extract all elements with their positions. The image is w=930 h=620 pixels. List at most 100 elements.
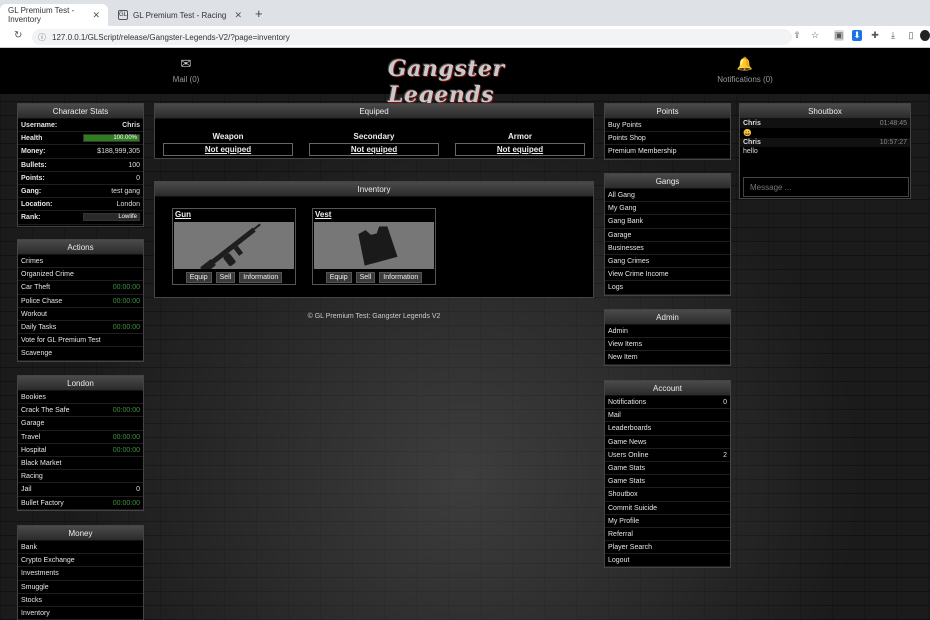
account-item[interactable]: My Profile bbox=[605, 515, 730, 528]
actions-item[interactable]: Daily Tasks 00:00:00 bbox=[18, 321, 143, 335]
actions-item[interactable]: Police Chase 00:00:00 bbox=[18, 295, 143, 308]
london-item[interactable]: Bookies bbox=[18, 391, 143, 405]
sell-button[interactable]: Sell bbox=[215, 272, 236, 283]
panel-title: Equiped bbox=[155, 104, 593, 119]
points-item[interactable]: Points Shop bbox=[605, 132, 730, 146]
money-item-label: Crypto Exchange bbox=[21, 557, 75, 565]
share-icon[interactable]: ⇪ bbox=[792, 30, 802, 41]
money-item[interactable]: Smuggle bbox=[18, 581, 143, 594]
account-item[interactable]: Game News bbox=[605, 436, 730, 449]
browser-tab-inventory[interactable]: GL Premium Test - Inventory ✕ bbox=[0, 4, 108, 26]
gangs-item[interactable]: My Gang bbox=[605, 202, 730, 216]
new-tab-icon[interactable]: + bbox=[255, 6, 263, 21]
information-button[interactable]: Information bbox=[239, 272, 283, 283]
money-item-label: Stocks bbox=[21, 596, 43, 604]
shout-user[interactable]: Chris bbox=[743, 139, 761, 146]
london-item-label: Black Market bbox=[21, 459, 62, 467]
account-item[interactable]: Users Online 2 bbox=[605, 449, 730, 462]
profile-avatar[interactable] bbox=[920, 30, 930, 41]
inventory-item-gun: Gun Equip Sell Information bbox=[172, 208, 296, 285]
actions-item[interactable]: Car Theft 00:00:00 bbox=[18, 281, 143, 295]
actions-item-label: Organized Crime bbox=[21, 271, 74, 279]
gangs-item[interactable]: All Gang bbox=[605, 189, 730, 203]
shoutbox-message-input[interactable] bbox=[743, 177, 909, 197]
account-item[interactable]: Notifications 0 bbox=[605, 396, 730, 410]
sell-button[interactable]: Sell bbox=[355, 272, 376, 283]
extension-icon[interactable]: ▣ bbox=[834, 30, 844, 41]
url-field[interactable]: ⓘ 127.0.0.1/GLScript/release/Gangster-Le… bbox=[32, 29, 792, 45]
money-item[interactable]: Inventory bbox=[18, 607, 143, 620]
london-item[interactable]: Garage bbox=[18, 417, 143, 431]
information-button[interactable]: Information bbox=[379, 272, 423, 283]
account-item[interactable]: Game Stats bbox=[605, 475, 730, 489]
reload-icon[interactable]: ↻ bbox=[14, 30, 22, 41]
account-item[interactable]: Logout bbox=[605, 554, 730, 568]
item-name[interactable]: Gun bbox=[173, 209, 295, 220]
gangs-item[interactable]: Businesses bbox=[605, 242, 730, 255]
account-item[interactable]: Referral bbox=[605, 528, 730, 542]
stat-health: Health 100.00% bbox=[18, 132, 143, 146]
actions-item[interactable]: Crimes bbox=[18, 255, 143, 269]
notifications-button[interactable]: 🔔 Notifications (0) bbox=[712, 56, 778, 84]
points-item[interactable]: Premium Membership bbox=[605, 145, 730, 159]
account-item[interactable]: Leaderboards bbox=[605, 422, 730, 436]
actions-item[interactable]: Organized Crime bbox=[18, 268, 143, 282]
gangs-item[interactable]: Garage bbox=[605, 229, 730, 242]
actions-item[interactable]: Scavenge bbox=[18, 347, 143, 361]
account-item[interactable]: Shoutbox bbox=[605, 488, 730, 502]
account-item[interactable]: Player Search bbox=[605, 541, 730, 555]
money-item[interactable]: Bank bbox=[18, 541, 143, 555]
actions-item[interactable]: Vote for GL Premium Test bbox=[18, 334, 143, 348]
equip-button[interactable]: Equip bbox=[185, 272, 212, 283]
tab-title: GL Premium Test - Inventory bbox=[8, 6, 75, 24]
gangs-item-label: All Gang bbox=[608, 192, 635, 199]
download-extension-icon[interactable]: ⬇ bbox=[852, 30, 862, 41]
sidepanel-icon[interactable]: ▯ bbox=[906, 30, 916, 41]
account-item[interactable]: Mail bbox=[605, 409, 730, 423]
account-item[interactable]: Commit Suicide bbox=[605, 502, 730, 515]
equiped-panel: Equiped Weapon Not equiped Secondary Not… bbox=[154, 103, 594, 159]
actions-item-label: Crimes bbox=[21, 258, 44, 265]
admin-item[interactable]: View Items bbox=[605, 338, 730, 352]
account-panel: Account Notifications 0 Mail Leaderboards Ga… bbox=[604, 380, 731, 569]
admin-item[interactable]: Admin bbox=[605, 325, 730, 339]
account-item-label: Mail bbox=[608, 412, 621, 420]
points-item[interactable]: Buy Points bbox=[605, 119, 730, 133]
puzzle-icon[interactable]: ✚ bbox=[870, 30, 880, 41]
info-icon[interactable]: ⓘ bbox=[38, 32, 46, 43]
london-item[interactable]: Hospital 00:00:00 bbox=[18, 444, 143, 457]
london-item[interactable]: Black Market bbox=[18, 457, 143, 471]
character-stats-panel: Character Stats Username: Chris Health 10… bbox=[17, 103, 144, 227]
account-item[interactable]: Game Stats bbox=[605, 462, 730, 476]
close-tab-icon[interactable]: ✕ bbox=[92, 10, 100, 21]
downloads-icon[interactable]: ⤓ bbox=[888, 30, 898, 41]
london-item[interactable]: Crack The Safe 00:00:00 bbox=[18, 404, 143, 418]
close-tab-icon[interactable]: ✕ bbox=[234, 10, 242, 21]
london-list: Bookies Crack The Safe 00:00:00 Garage Trave… bbox=[18, 391, 143, 510]
browser-tab-racing[interactable]: GL GL Premium Test - Racing ✕ bbox=[110, 4, 250, 26]
gangs-item[interactable]: Gang Bank bbox=[605, 215, 730, 229]
equip-button[interactable]: Equip bbox=[325, 272, 352, 283]
london-item-label: Jail bbox=[21, 486, 32, 494]
armor-slot-value[interactable]: Not equiped bbox=[455, 143, 585, 156]
bookmark-star-icon[interactable]: ☆ bbox=[810, 30, 820, 41]
money-panel: Money Bank Crypto Exchange Investments Smug… bbox=[17, 525, 144, 620]
actions-item[interactable]: Workout bbox=[18, 308, 143, 321]
shout-user[interactable]: Chris bbox=[743, 120, 761, 127]
item-name[interactable]: Vest bbox=[313, 209, 435, 220]
money-item[interactable]: Stocks bbox=[18, 594, 143, 607]
gangs-item[interactable]: Gang Crimes bbox=[605, 255, 730, 269]
mail-button[interactable]: ✉ Mail (0) bbox=[166, 56, 206, 84]
gangs-item[interactable]: View Crime Income bbox=[605, 268, 730, 282]
money-item[interactable]: Investments bbox=[18, 567, 143, 581]
game-logo[interactable]: Gangster Legends bbox=[388, 56, 544, 108]
admin-item[interactable]: New Item bbox=[605, 351, 730, 365]
weapon-slot-value[interactable]: Not equiped bbox=[163, 143, 293, 156]
money-item[interactable]: Crypto Exchange bbox=[18, 554, 143, 568]
london-item[interactable]: Jail 0 bbox=[18, 483, 143, 497]
secondary-slot-value[interactable]: Not equiped bbox=[309, 143, 439, 156]
london-item[interactable]: Bullet Factory 00:00:00 bbox=[18, 497, 143, 510]
london-item[interactable]: Racing bbox=[18, 470, 143, 484]
gangs-item[interactable]: Logs bbox=[605, 281, 730, 295]
london-item[interactable]: Travel 00:00:00 bbox=[18, 431, 143, 444]
